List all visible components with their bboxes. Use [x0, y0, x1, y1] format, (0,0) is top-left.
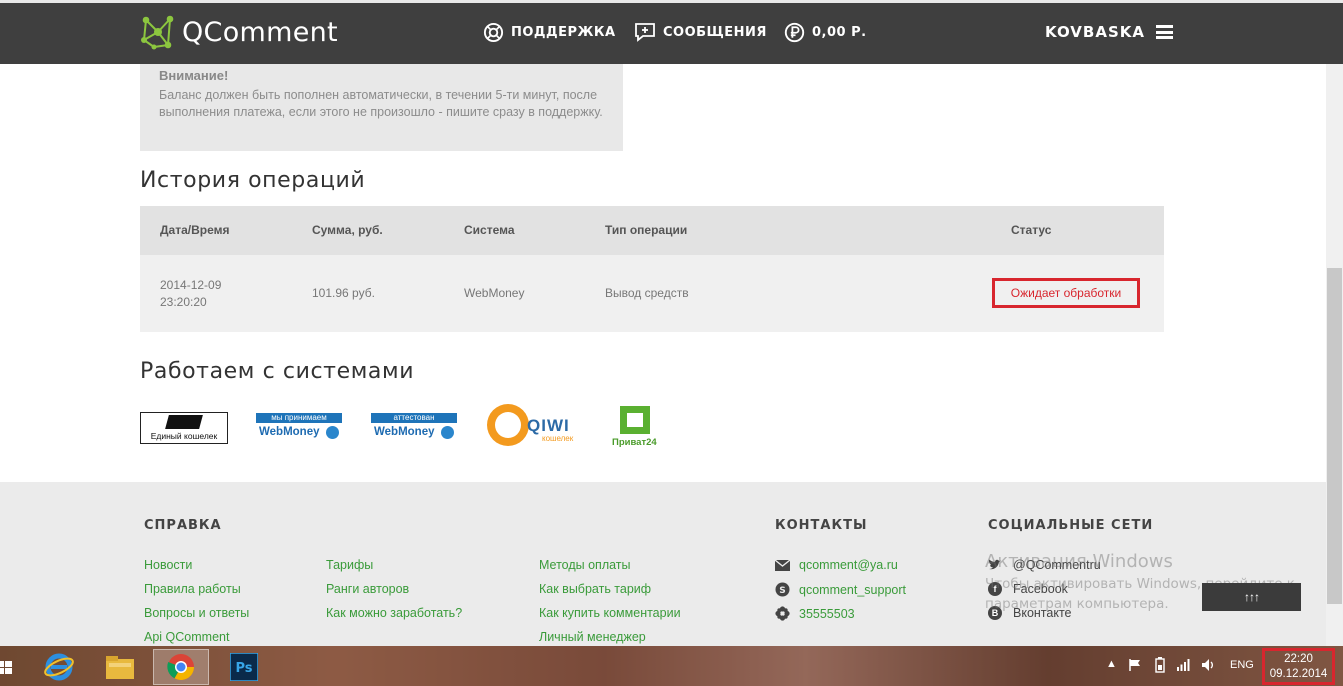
partners-title: Работаем с системами [140, 359, 415, 384]
row-amount: 101.96 руб. [312, 286, 375, 300]
column-header-status: Статус [1011, 223, 1052, 237]
row-system: WebMoney [464, 286, 525, 300]
contact-skype[interactable]: S qcomment_support [775, 582, 906, 597]
footer-link-tariffs[interactable]: Тарифы [326, 558, 373, 572]
hamburger-menu-icon[interactable] [1156, 25, 1173, 39]
notice-text: Баланс должен быть пополнен автоматическ… [159, 88, 603, 119]
contact-skype-text: qcomment_support [799, 582, 907, 597]
username: KOVBASKA [1045, 23, 1145, 41]
contact-email-text: qcomment@ya.ru [799, 558, 898, 572]
footer-link-rules[interactable]: Правила работы [144, 582, 241, 596]
row-type: Вывод средств [605, 286, 689, 300]
clock-date: 09.12.2014 [1269, 668, 1328, 680]
nav-support[interactable]: ПОДДЕРЖКА [483, 20, 616, 44]
footer-link-faq[interactable]: Вопросы и ответы [144, 606, 249, 620]
balance-notice: Внимание! Баланс должен быть пополнен ав… [140, 64, 623, 151]
nav-messages[interactable]: СООБЩЕНИЯ [634, 20, 767, 44]
folder-icon [106, 656, 134, 679]
contact-icq[interactable]: 35555503 [775, 606, 855, 621]
tray-language[interactable]: ENG [1230, 659, 1254, 671]
scroll-to-top-button[interactable]: ↑↑↑ [1202, 583, 1301, 611]
webmoney-accepted-logo: мы принимаем WebMoney [256, 413, 342, 447]
browser-edge [0, 0, 1343, 3]
tray-network-icon[interactable] [1177, 658, 1191, 674]
column-header-system: Система [464, 223, 515, 237]
qiwi-subtext: кошелек [542, 434, 574, 443]
footer-link-ranks[interactable]: Ранги авторов [326, 582, 409, 596]
privat24-text: Приват24 [612, 437, 657, 448]
photoshop-icon: Ps [230, 653, 258, 681]
chrome-icon [167, 654, 195, 681]
contact-email[interactable]: qcomment@ya.ru [775, 558, 898, 572]
windows-activation-line3: параметрам компьютера. [985, 596, 1169, 612]
nav-messages-label: СООБЩЕНИЯ [663, 24, 767, 40]
column-header-type: Тип операции [605, 223, 688, 237]
qiwi-text: QIWI [527, 416, 570, 435]
icq-flower-icon [775, 606, 790, 621]
edinyi-koshelek-mark [165, 415, 203, 429]
taskbar-internet-explorer[interactable] [31, 649, 87, 685]
qiwi-logo: QIWI кошелек [487, 404, 585, 450]
column-header-datetime: Дата/Время [160, 223, 230, 237]
notice-title: Внимание! [159, 68, 229, 83]
taskbar-chrome-active[interactable] [153, 649, 209, 685]
footer-link-buy-comments[interactable]: Как купить комментарии [539, 606, 681, 620]
tray-power-icon[interactable] [1153, 657, 1167, 676]
internet-explorer-icon [44, 653, 74, 681]
windows-activation-title: Активация Windows [985, 551, 1173, 572]
windows-taskbar: Ps ▲ ENG [0, 646, 1343, 686]
webmoney-globe-icon [326, 426, 339, 439]
webmoney-attested-top: аттестован [371, 413, 457, 423]
privat24-logo: Приват24 [612, 406, 664, 450]
tray-flag-icon[interactable] [1128, 658, 1142, 675]
svg-text:S: S [779, 586, 785, 596]
nav-support-label: ПОДДЕРЖКА [511, 24, 616, 40]
status-badge: Ожидает обработки [992, 278, 1140, 308]
skype-icon: S [775, 582, 790, 597]
webmoney-accepted-top: мы принимаем [256, 413, 342, 423]
webmoney-globe-icon [441, 426, 454, 439]
ruble-coin-icon [784, 22, 805, 42]
mail-icon [775, 559, 790, 571]
nav-balance-label: 0,00 Р. [812, 24, 867, 40]
footer-link-payment-methods[interactable]: Методы оплаты [539, 558, 631, 572]
webmoney-attested-logo: аттестован WebMoney [371, 413, 457, 447]
row-time: 23:20:20 [160, 295, 207, 309]
taskbar-file-explorer[interactable] [92, 649, 148, 685]
history-title: История операций [140, 168, 366, 193]
footer-link-choose-tariff[interactable]: Как выбрать тариф [539, 582, 651, 596]
nav-balance[interactable]: 0,00 Р. [784, 20, 867, 44]
message-plus-icon [635, 23, 655, 42]
help-title: СПРАВКА [144, 518, 222, 533]
history-table-header: Дата/Время Сумма, руб. Система Тип опера… [140, 206, 1164, 255]
clock-time: 22:20 [1284, 653, 1313, 665]
footer-link-earn[interactable]: Как можно заработать? [326, 606, 462, 620]
footer-link-news[interactable]: Новости [144, 558, 192, 572]
footer-link-personal-manager[interactable]: Личный менеджер [539, 630, 646, 644]
page-scrollbar-thumb[interactable] [1327, 268, 1342, 604]
start-windows-icon[interactable] [0, 649, 18, 685]
edinyi-koshelek-text: Единый кошелек [150, 431, 218, 441]
site-logo[interactable]: QComment [140, 14, 338, 50]
edinyi-koshelek-logo: Единый кошелек [140, 412, 228, 444]
table-row: 2014-12-09 23:20:20 101.96 руб. WebMoney… [140, 255, 1164, 332]
column-header-amount: Сумма, руб. [312, 223, 383, 237]
row-date: 2014-12-09 [160, 278, 222, 292]
taskbar-photoshop[interactable]: Ps [216, 649, 272, 685]
footer-link-api[interactable]: Api QComment [144, 630, 229, 644]
user-menu[interactable]: KOVBASKA [1045, 20, 1173, 44]
tray-clock[interactable]: 22:20 09.12.2014 [1262, 648, 1335, 685]
contact-icq-text: 35555503 [799, 606, 855, 621]
tray-volume-icon[interactable] [1201, 658, 1217, 675]
contacts-title: КОНТАКТЫ [775, 518, 868, 533]
tray-show-hidden-icon[interactable]: ▲ [1106, 658, 1117, 670]
logo-text: QComment [182, 16, 338, 48]
svg-text:Ps: Ps [235, 661, 252, 676]
social-title: СОЦИАЛЬНЫЕ СЕТИ [988, 518, 1154, 533]
network-logo-icon [141, 15, 174, 50]
lifebuoy-icon [483, 22, 504, 42]
